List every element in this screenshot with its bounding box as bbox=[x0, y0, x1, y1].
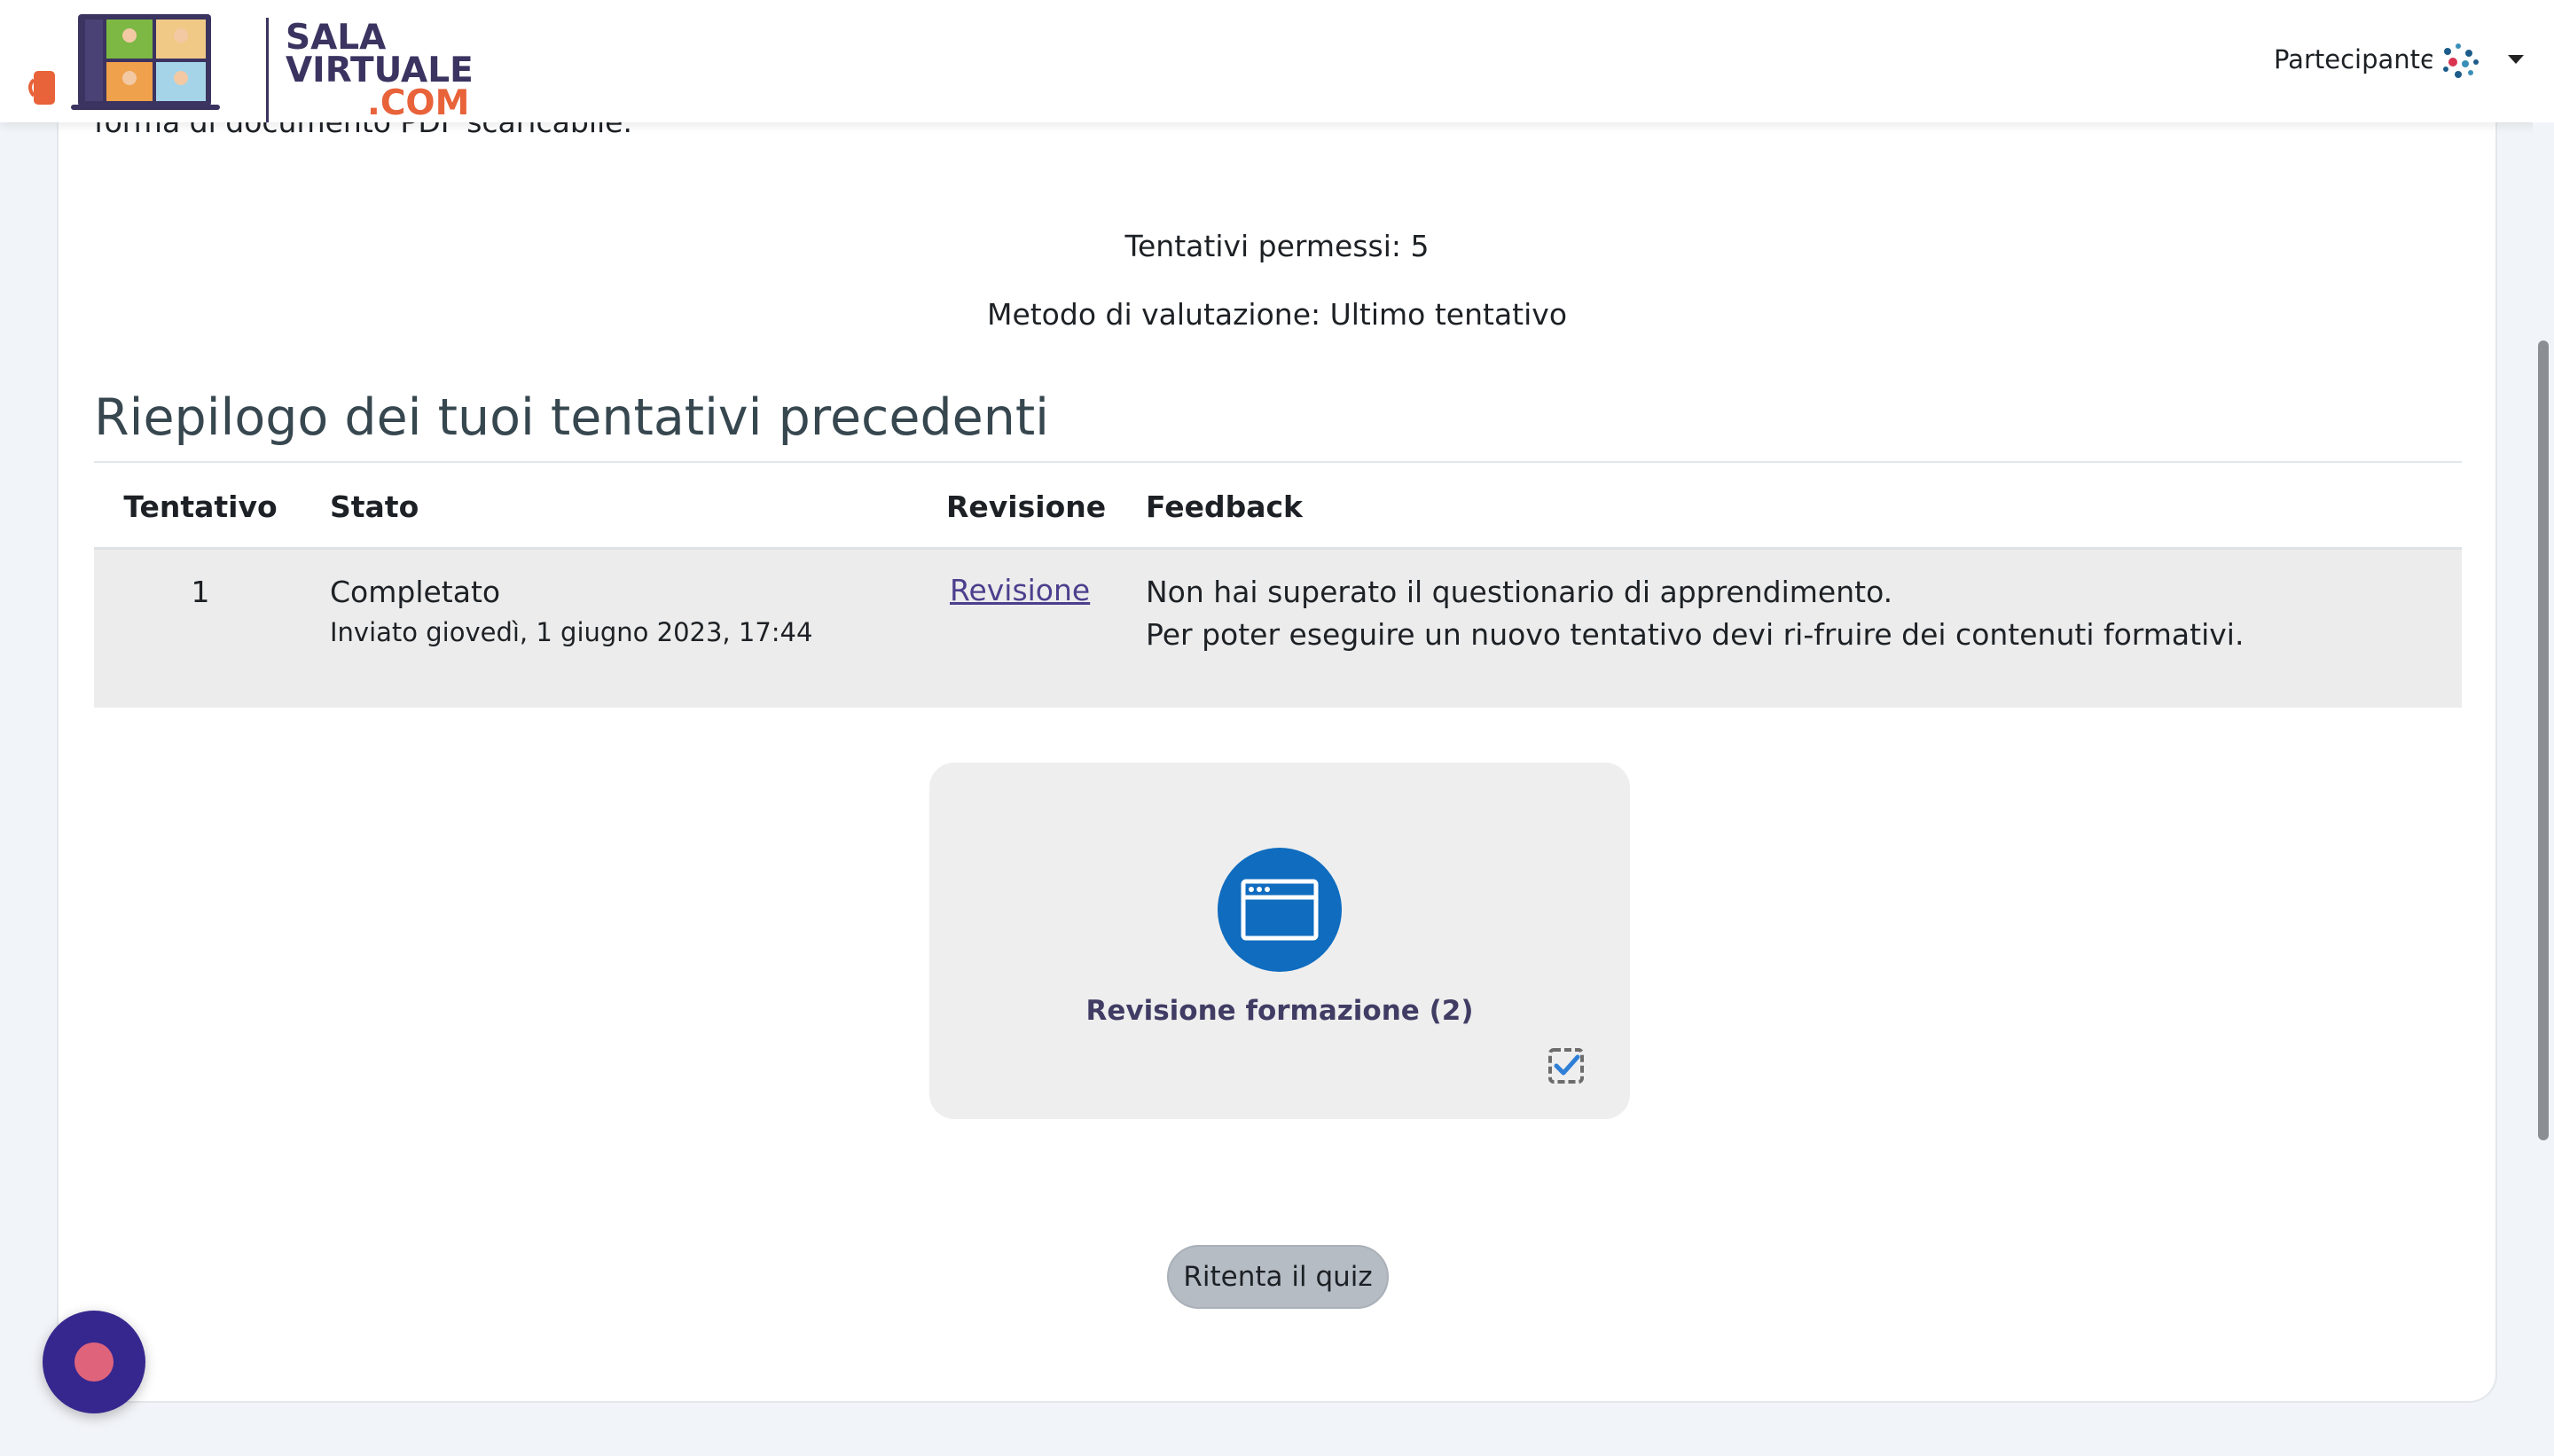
logo-line-2: VIRTUALE bbox=[286, 51, 474, 90]
site-logo[interactable]: SALA VIRTUALE .COM bbox=[27, 9, 474, 122]
scrollbar-thumb[interactable] bbox=[2538, 341, 2549, 1140]
col-review: Revisione bbox=[946, 489, 1107, 524]
attempt-number: 1 bbox=[191, 575, 210, 609]
user-avatar[interactable] bbox=[2430, 34, 2487, 90]
checkbox-check-icon[interactable] bbox=[1547, 1046, 1586, 1085]
record-dot-icon bbox=[74, 1342, 114, 1382]
attempt-state: Completato bbox=[330, 575, 501, 609]
chevron-down-icon[interactable] bbox=[2508, 55, 2524, 64]
logo-line-1: SALA bbox=[286, 18, 387, 58]
table-row: 1 Completato Inviato giovedì, 1 giugno 2… bbox=[94, 550, 2462, 708]
col-attempt: Tentativo bbox=[123, 489, 278, 524]
floating-record-button[interactable] bbox=[43, 1311, 145, 1413]
feedback-line-2: Per poter eseguire un nuovo tentativo de… bbox=[1146, 617, 2245, 652]
activity-card[interactable]: Revisione formazione (2) bbox=[929, 763, 1630, 1119]
col-feedback: Feedback bbox=[1146, 489, 1303, 524]
quiz-content-card: forma di documento PDF scaricabile. Tent… bbox=[57, 89, 2497, 1403]
review-link[interactable]: Revisione bbox=[950, 573, 1090, 607]
logo-wordmark: SALA VIRTUALE .COM bbox=[286, 18, 474, 123]
browser-window-icon[interactable] bbox=[1218, 848, 1342, 972]
activity-title[interactable]: Revisione formazione (2) bbox=[929, 995, 1630, 1027]
grading-method: Metodo di valutazione: Ultimo tentativo bbox=[986, 297, 1568, 332]
top-navbar: SALA VIRTUALE .COM Partecipante bbox=[0, 0, 2554, 122]
user-role-label[interactable]: Partecipante bbox=[2274, 44, 2436, 74]
col-state: Stato bbox=[330, 489, 419, 524]
summary-title: Riepilogo dei tuoi tentativi precedenti bbox=[94, 388, 1050, 447]
feedback-line-1: Non hai superato il questionario di appr… bbox=[1146, 575, 1893, 609]
logo-divider bbox=[266, 18, 269, 122]
logo-line-3: .COM bbox=[367, 83, 470, 123]
attempts-table-header: Tentativo Stato Revisione Feedback bbox=[94, 463, 2462, 550]
attempts-allowed: Tentativi permessi: 5 bbox=[1124, 229, 1430, 263]
attempt-submitted-date: Inviato giovedì, 1 giugno 2023, 17:44 bbox=[330, 617, 813, 647]
retry-quiz-button[interactable]: Ritenta il quiz bbox=[1167, 1245, 1389, 1309]
